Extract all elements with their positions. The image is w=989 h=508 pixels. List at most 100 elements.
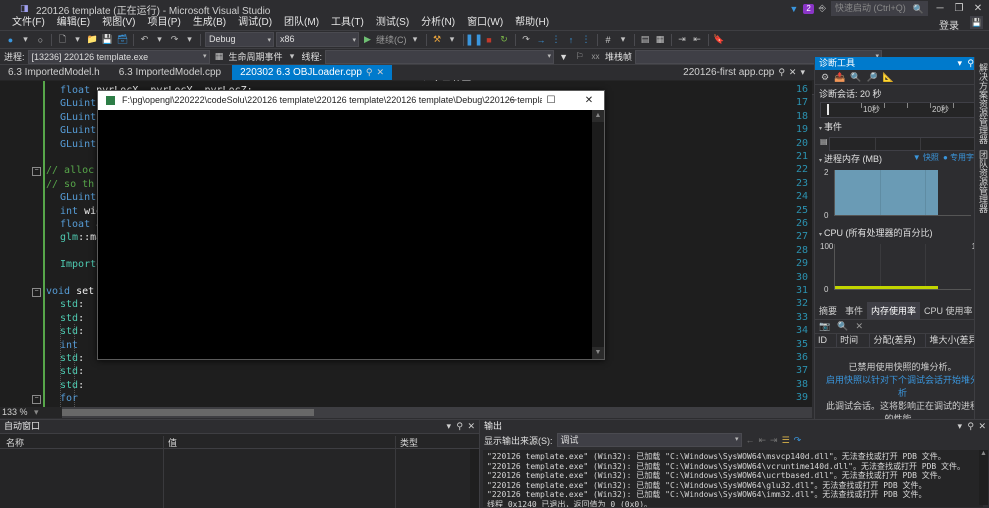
output-source-combo[interactable]: 调试 ▾ <box>556 433 742 447</box>
navigate-backward-icon[interactable]: ● <box>4 33 17 47</box>
column-type[interactable]: 类型 <box>400 436 418 449</box>
column-id[interactable]: ID <box>815 334 838 347</box>
redo-icon[interactable]: ↷ <box>168 33 181 47</box>
hex-dropdown-icon[interactable]: ▾ <box>617 33 630 47</box>
tab-first-app-cpp[interactable]: 220126-first app.cpp ⚲ ✕ ▾ <box>675 65 813 80</box>
uncomment-block-icon[interactable]: ▦ <box>654 33 667 47</box>
code-line[interactable]: // so th <box>46 178 94 191</box>
thread-combo[interactable]: ▾ <box>325 49 555 64</box>
step-out-2-icon[interactable]: ⋮ <box>580 33 593 47</box>
go-to-previous-icon[interactable]: ⇤ <box>759 435 767 446</box>
start-debug-icon[interactable]: ▶ <box>361 33 374 47</box>
code-line[interactable]: std: <box>60 365 84 378</box>
diag-tab-cpu-usage[interactable]: CPU 使用率 <box>920 302 977 319</box>
attach-process-icon[interactable]: ⚒ <box>431 33 444 47</box>
indent-icon[interactable]: ⇥ <box>676 33 689 47</box>
redo-dropdown-icon[interactable]: ▾ <box>183 33 196 47</box>
pin-icon[interactable]: ⚲ <box>456 420 463 433</box>
output-scrollbar[interactable]: ▲ <box>979 450 988 505</box>
code-line[interactable]: std: <box>60 352 84 365</box>
search-icon[interactable]: 🔍 <box>837 321 848 332</box>
console-maximize-button[interactable]: ☐ <box>538 91 564 110</box>
zoom-reset-icon[interactable]: 📐 <box>883 72 894 83</box>
tab-objloader-cpp[interactable]: 220302 6.3 OBJLoader.cpp ⚲ ✕ <box>232 65 393 80</box>
new-project-icon[interactable]: 🗋 <box>56 33 69 47</box>
show-next-statement-icon[interactable]: ↷ <box>520 33 533 47</box>
menu-item-view[interactable]: 视图(V) <box>96 16 141 30</box>
settings-icon[interactable]: ⚙ <box>821 72 829 83</box>
menu-item-analyze[interactable]: 分析(N) <box>415 16 461 30</box>
close-icon[interactable]: ✕ <box>376 67 384 77</box>
menu-item-test[interactable]: 测试(S) <box>370 16 415 30</box>
step-into-icon[interactable]: → <box>535 33 548 47</box>
flag-icon[interactable]: ⚐ <box>573 50 586 64</box>
menu-item-build[interactable]: 生成(B) <box>187 16 232 30</box>
cpu-section-header[interactable]: ▾ CPU (所有处理器的百分比) <box>815 224 989 241</box>
events-section-header[interactable]: ▾ 事件 <box>815 118 989 135</box>
break-all-icon[interactable]: ❚❚ <box>465 33 483 47</box>
save-state-icon[interactable]: 💾 <box>970 16 983 29</box>
menu-item-tools[interactable]: 工具(T) <box>325 16 370 30</box>
chevron-down-icon[interactable]: ▾ <box>957 57 962 70</box>
close-icon[interactable]: ✕ <box>978 420 986 433</box>
editor-horizontal-scrollbar[interactable] <box>0 407 812 418</box>
console-close-button[interactable]: ✕ <box>576 91 602 110</box>
solution-configuration-combo[interactable]: Debug ▾ <box>205 32 274 47</box>
column-value[interactable]: 值 <box>168 436 177 449</box>
menu-item-debug[interactable]: 调试(D) <box>232 16 278 30</box>
go-to-next-icon[interactable]: ⇥ <box>770 435 778 446</box>
console-window[interactable]: F:\pg\opengl\220222\codeSolu\220126 temp… <box>97 90 605 360</box>
window-minimize-button[interactable]: ─ <box>933 3 947 14</box>
navigate-forward-icon[interactable]: ○ <box>34 33 47 47</box>
lifecycle-dropdown-icon[interactable]: ▾ <box>286 50 299 64</box>
close-icon[interactable]: ✕ <box>789 67 797 77</box>
column-time[interactable]: 时间 <box>837 334 871 347</box>
solution-platform-combo[interactable]: x86 ▾ <box>276 32 359 47</box>
console-scrollbar[interactable]: ▲ ▼ <box>592 110 604 359</box>
feedback-icon[interactable]: ⎆ <box>819 3 826 14</box>
tab-imported-model-cpp[interactable]: 6.3 ImportedModel.cpp <box>111 65 229 80</box>
scroll-up-arrow-icon[interactable]: ▲ <box>592 110 604 122</box>
events-track[interactable] <box>829 137 985 151</box>
menu-item-window[interactable]: 窗口(W) <box>461 16 509 30</box>
toggle-word-wrap-icon[interactable]: ↷ <box>794 435 802 446</box>
window-close-button[interactable]: ✕ <box>971 3 985 14</box>
diag-tab-summary[interactable]: 摘要 <box>815 302 841 319</box>
outdent-icon[interactable]: ⇤ <box>691 33 704 47</box>
chevron-down-icon[interactable]: ▾ <box>446 420 451 433</box>
undo-dropdown-icon[interactable]: ▾ <box>153 33 166 47</box>
fold-toggle-icon[interactable]: − <box>32 167 41 177</box>
output-text-area[interactable]: "220126 template.exe" (Win32): 已加载 "C:\W… <box>483 450 983 507</box>
enable-snapshot-link[interactable]: 启用快照以针对下个调试会话开始堆分析 <box>826 375 979 398</box>
new-dropdown-icon[interactable]: ▾ <box>71 33 84 47</box>
notification-count-badge[interactable]: 2 <box>803 3 814 14</box>
diag-tab-events[interactable]: 事件 <box>841 302 867 319</box>
save-all-icon[interactable]: 🗃 <box>116 33 129 47</box>
bookmark-icon[interactable]: 🔖 <box>713 33 726 47</box>
chevron-down-icon[interactable]: ▾ <box>800 67 805 77</box>
pin-icon[interactable]: ⚲ <box>967 420 974 433</box>
navigate-dropdown-icon[interactable]: ▾ <box>19 33 32 47</box>
comment-block-icon[interactable]: ▤ <box>639 33 652 47</box>
legend-snapshot[interactable]: ▼ 快照 <box>913 152 939 163</box>
column-allocation[interactable]: 分配(差异) <box>870 334 927 347</box>
code-line[interactable]: std: <box>60 325 84 338</box>
continue-dropdown-icon[interactable]: ▾ <box>409 33 422 47</box>
menu-item-project[interactable]: 项目(P) <box>141 16 186 30</box>
pin-icon[interactable]: ⚲ <box>967 57 974 70</box>
menu-item-edit[interactable]: 编辑(E) <box>51 16 96 30</box>
autos-grid-body[interactable] <box>0 449 479 508</box>
code-line[interactable]: std: <box>60 298 84 311</box>
step-over-icon[interactable]: ⋮ <box>550 33 563 47</box>
fold-toggle-icon[interactable]: − <box>32 288 41 297</box>
console-output-area[interactable] <box>98 110 592 359</box>
code-line[interactable]: for <box>60 392 78 405</box>
signin-link[interactable]: 登录 <box>939 17 959 32</box>
console-minimize-button[interactable]: ─ <box>500 91 526 110</box>
close-icon[interactable]: ✕ <box>855 321 863 332</box>
menu-item-team[interactable]: 团队(M) <box>278 16 325 30</box>
find-message-icon[interactable]: ← <box>746 435 755 445</box>
clear-output-icon[interactable]: ☰ <box>782 435 790 446</box>
scroll-down-arrow-icon[interactable]: ▼ <box>592 347 604 359</box>
fold-toggle-icon[interactable]: − <box>32 395 41 405</box>
